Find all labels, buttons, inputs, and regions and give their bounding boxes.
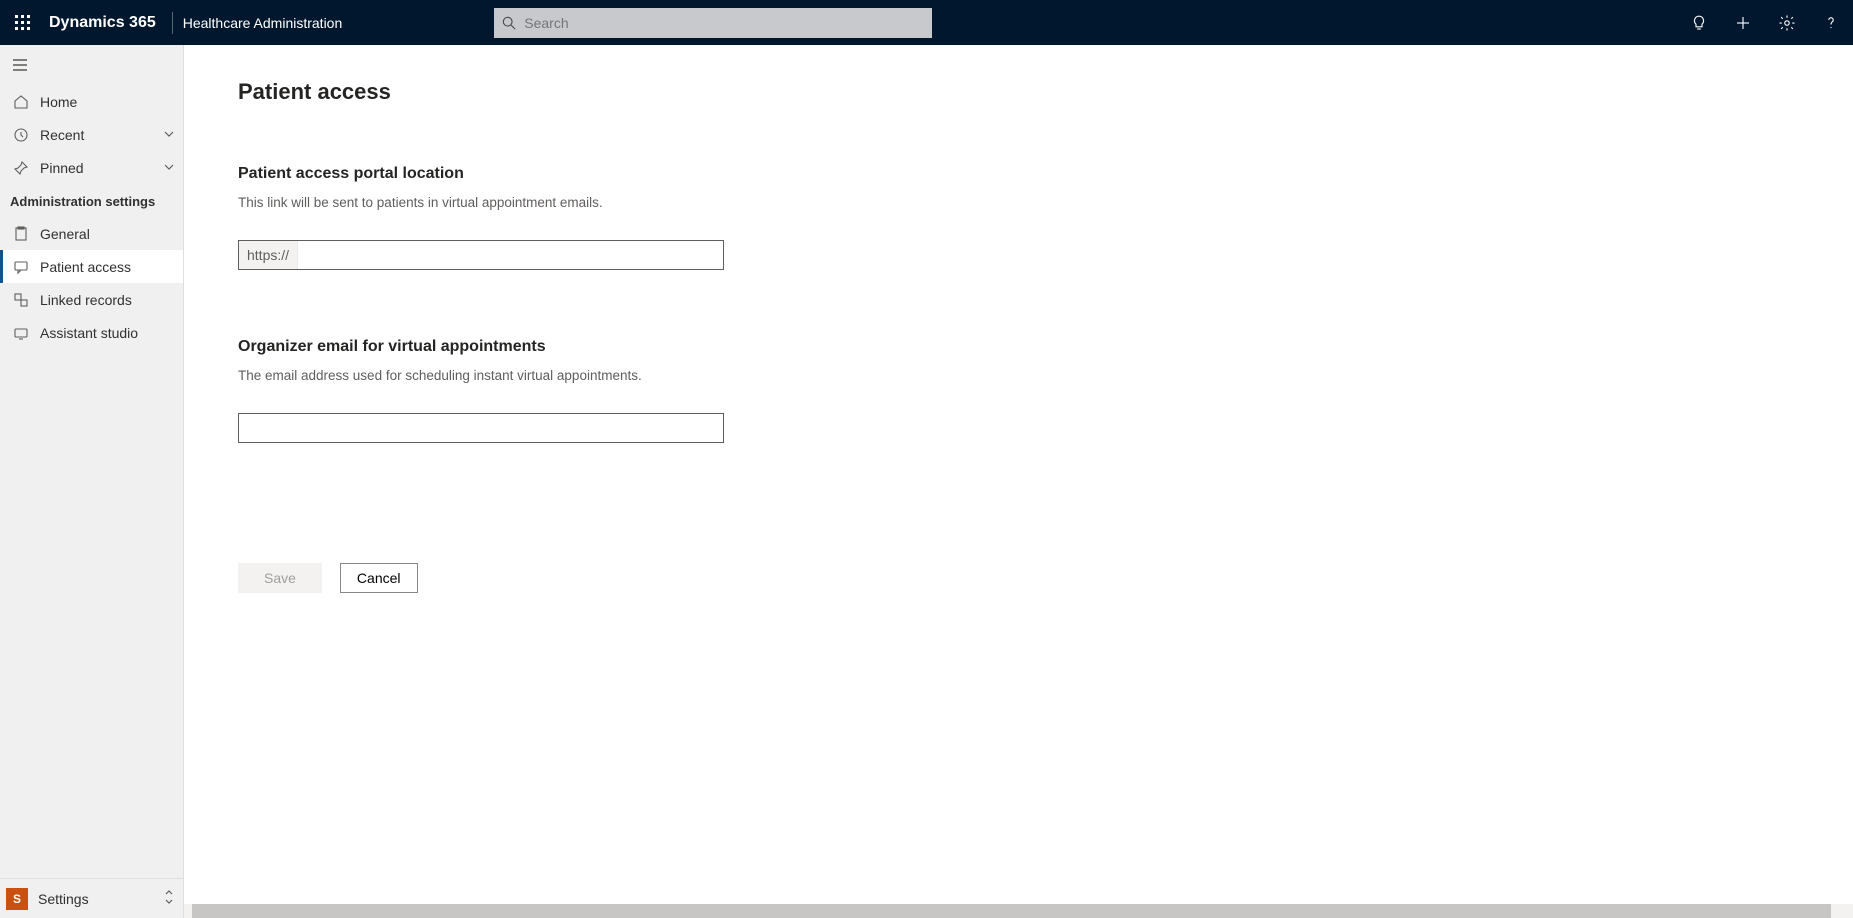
settings-button[interactable] (1765, 0, 1809, 45)
clock-icon (12, 126, 30, 144)
gear-icon (1778, 14, 1796, 32)
section1-title: Patient access portal location (238, 165, 1084, 183)
sidebar-item-patient-access[interactable]: Patient access (0, 250, 183, 283)
updown-icon (163, 888, 175, 909)
home-icon (12, 93, 30, 111)
sidebar-group-label: Administration settings (0, 184, 183, 217)
sidebar-item-label: Linked records (40, 292, 132, 308)
assistant-icon (12, 324, 30, 342)
area-label: Settings (38, 891, 89, 907)
waffle-icon (15, 15, 31, 31)
chevron-down-icon (163, 127, 175, 143)
sidebar: Home Recent Pinned Administration settin… (0, 45, 184, 918)
organizer-email-input[interactable] (239, 414, 723, 442)
lightbulb-button[interactable] (1677, 0, 1721, 45)
horizontal-scrollbar[interactable] (184, 904, 1853, 918)
sidebar-item-pinned[interactable]: Pinned (0, 151, 183, 184)
search-icon (494, 16, 524, 30)
header-divider (172, 12, 173, 34)
sidebar-item-home[interactable]: Home (0, 85, 183, 118)
save-button: Save (238, 563, 322, 593)
global-search[interactable] (494, 8, 932, 38)
lightbulb-icon (1690, 14, 1708, 32)
sidebar-item-recent[interactable]: Recent (0, 118, 183, 151)
app-launcher-button[interactable] (0, 0, 45, 45)
pin-icon (12, 159, 30, 177)
chevron-down-icon (163, 160, 175, 176)
sidebar-item-label: General (40, 226, 90, 242)
search-input[interactable] (524, 15, 932, 31)
portal-url-field[interactable]: https:// (238, 240, 724, 270)
organizer-email-field[interactable] (238, 413, 724, 443)
sidebar-toggle[interactable] (0, 45, 183, 85)
sidebar-item-linked-records[interactable]: Linked records (0, 283, 183, 316)
section2-desc: The email address used for scheduling in… (238, 368, 1084, 383)
sidebar-item-assistant-studio[interactable]: Assistant studio (0, 316, 183, 349)
area-badge: S (6, 888, 28, 910)
sidebar-item-label: Home (40, 94, 77, 110)
help-button[interactable] (1809, 0, 1853, 45)
sidebar-item-label: Pinned (40, 160, 84, 176)
sidebar-area-switcher[interactable]: S Settings (0, 878, 183, 918)
chat-icon (12, 258, 30, 276)
add-button[interactable] (1721, 0, 1765, 45)
plus-icon (1734, 14, 1752, 32)
sidebar-item-label: Recent (40, 127, 84, 143)
records-icon (12, 291, 30, 309)
page-title: Patient access (238, 79, 1084, 105)
brand-label: Dynamics 365 (45, 14, 166, 32)
app-title: Healthcare Administration (183, 15, 343, 31)
section2-title: Organizer email for virtual appointments (238, 338, 1084, 356)
top-bar: Dynamics 365 Healthcare Administration (0, 0, 1853, 45)
sidebar-item-general[interactable]: General (0, 217, 183, 250)
sidebar-item-label: Patient access (40, 259, 131, 275)
url-prefix-label: https:// (239, 241, 298, 269)
main-panel: Patient access Patient access portal loc… (184, 45, 1853, 918)
sidebar-item-label: Assistant studio (40, 325, 138, 341)
section1-desc: This link will be sent to patients in vi… (238, 195, 1084, 210)
portal-url-input[interactable] (298, 241, 723, 269)
cancel-button[interactable]: Cancel (340, 563, 418, 593)
clipboard-icon (12, 225, 30, 243)
hamburger-icon (12, 57, 28, 73)
question-icon (1822, 14, 1840, 32)
